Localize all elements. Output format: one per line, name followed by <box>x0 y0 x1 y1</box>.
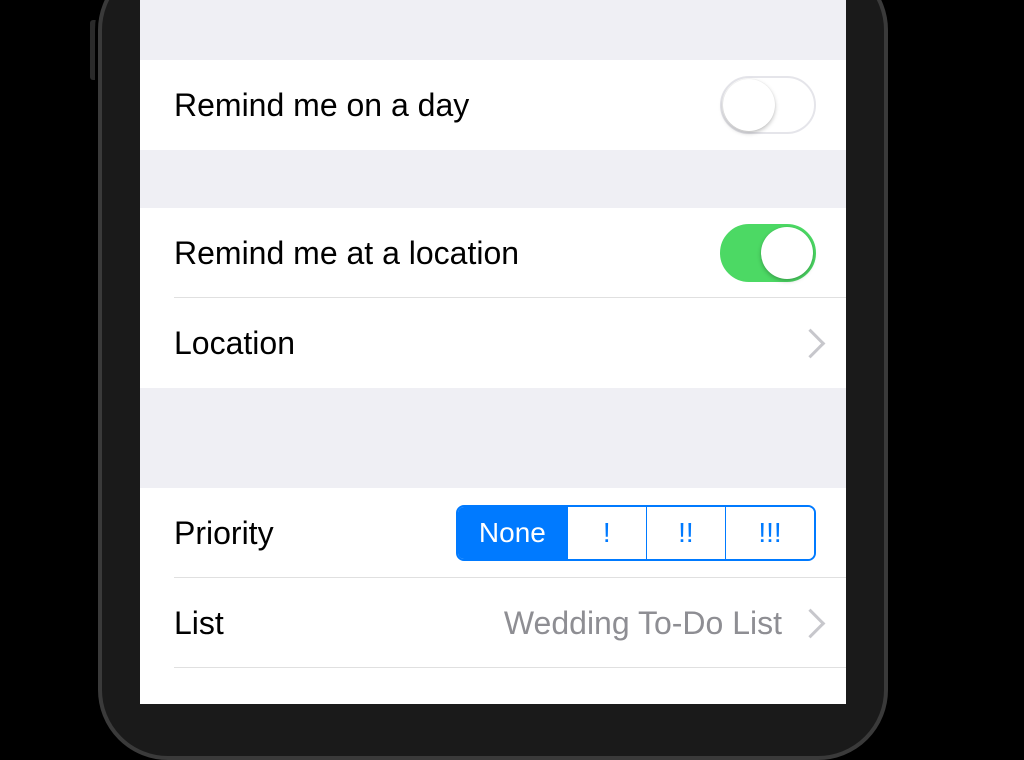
priority-option-low[interactable]: ! <box>567 507 646 559</box>
phone-side-button <box>90 20 98 80</box>
section-gap <box>140 0 846 60</box>
remind-day-label: Remind me on a day <box>174 87 469 124</box>
notes-row[interactable]: Notes <box>140 668 846 704</box>
chevron-right-icon <box>800 329 816 357</box>
priority-option-none[interactable]: None <box>458 507 567 559</box>
priority-option-medium[interactable]: !! <box>646 507 725 559</box>
location-label: Location <box>174 325 295 362</box>
list-value: Wedding To-Do List <box>504 605 782 642</box>
list-label: List <box>174 605 224 642</box>
priority-segmented-control: None ! !! !!! <box>456 505 816 561</box>
section-gap <box>140 150 846 208</box>
priority-option-high[interactable]: !!! <box>725 507 814 559</box>
remind-day-toggle[interactable] <box>720 76 816 134</box>
priority-label: Priority <box>174 515 274 552</box>
priority-row: Priority None ! !! !!! <box>140 488 846 578</box>
location-row[interactable]: Location <box>140 298 846 388</box>
remind-location-toggle[interactable] <box>720 224 816 282</box>
toggle-knob-icon <box>723 79 775 131</box>
toggle-knob-icon <box>761 227 813 279</box>
settings-screen: Remind me on a day Remind me at a locati… <box>140 0 846 704</box>
remind-location-label: Remind me at a location <box>174 235 519 272</box>
section-gap <box>140 388 846 488</box>
list-row[interactable]: List Wedding To-Do List <box>140 578 846 668</box>
remind-day-row: Remind me on a day <box>140 60 846 150</box>
chevron-right-icon <box>800 609 816 637</box>
remind-location-row: Remind me at a location <box>140 208 846 298</box>
